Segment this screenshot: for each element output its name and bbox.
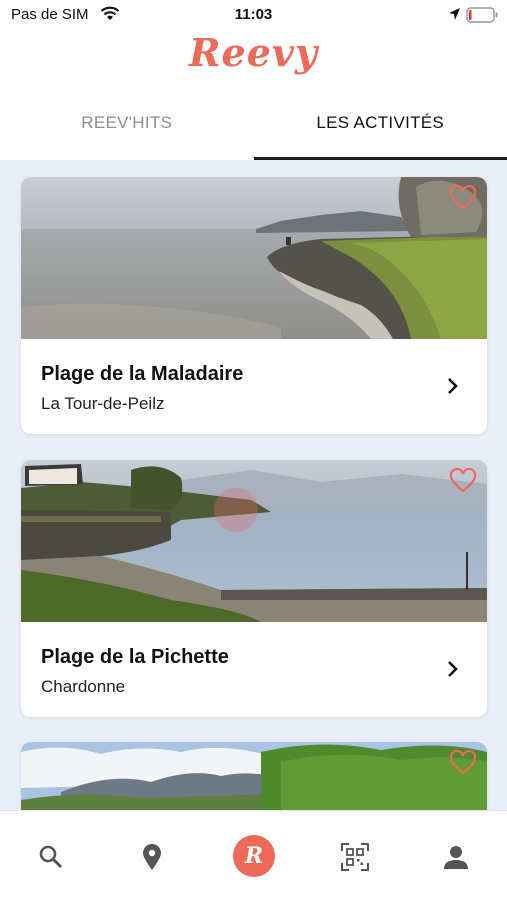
app-header: Reevy REEV'HITS LES ACTIVITÉS <box>0 30 507 160</box>
chevron-right-icon[interactable] <box>447 377 459 400</box>
activity-photo <box>21 177 487 339</box>
nav-qr[interactable] <box>337 839 373 875</box>
card-body: Plage de la Maladaire La Tour-de-Peilz <box>21 339 487 434</box>
card-body: Plage de la Pichette Chardonne <box>21 622 487 717</box>
nav-map[interactable] <box>134 839 170 875</box>
card-title: Plage de la Pichette <box>41 646 229 668</box>
activity-card[interactable] <box>21 742 487 810</box>
reevy-logo-icon[interactable]: R <box>233 835 275 877</box>
location-pin-icon <box>143 844 161 870</box>
location-arrow-icon <box>448 7 461 26</box>
activity-card[interactable]: Plage de la Pichette Chardonne <box>21 460 487 717</box>
chevron-right-icon[interactable] <box>447 660 459 683</box>
tab-reevhits[interactable]: REEV'HITS <box>0 100 254 160</box>
reevy-logo: Reevy <box>188 30 319 75</box>
user-icon <box>444 846 468 869</box>
card-title: Plage de la Maladaire <box>41 363 244 385</box>
qr-code-icon <box>341 843 369 871</box>
activity-feed[interactable]: Plage de la Maladaire La Tour-de-Peilz P… <box>0 160 507 810</box>
favorite-heart-icon[interactable] <box>449 750 477 776</box>
nav-search[interactable] <box>33 839 69 875</box>
status-bar: Pas de SIM 11:03 <box>0 0 507 30</box>
card-location: La Tour-de-Peilz <box>41 394 165 413</box>
activity-photo <box>21 742 487 810</box>
search-icon <box>39 845 63 869</box>
tab-bar: REEV'HITS LES ACTIVITÉS <box>0 100 507 160</box>
activity-card[interactable]: Plage de la Maladaire La Tour-de-Peilz <box>21 177 487 434</box>
tab-activites[interactable]: LES ACTIVITÉS <box>253 100 507 160</box>
battery-icon <box>466 7 499 28</box>
activity-photo <box>21 460 487 622</box>
card-location: Chardonne <box>41 677 126 696</box>
nav-profile[interactable] <box>438 839 474 875</box>
bottom-nav: R <box>0 810 507 900</box>
favorite-heart-icon[interactable] <box>449 468 477 494</box>
clock: 11:03 <box>234 6 273 23</box>
favorite-heart-icon[interactable] <box>449 185 477 211</box>
